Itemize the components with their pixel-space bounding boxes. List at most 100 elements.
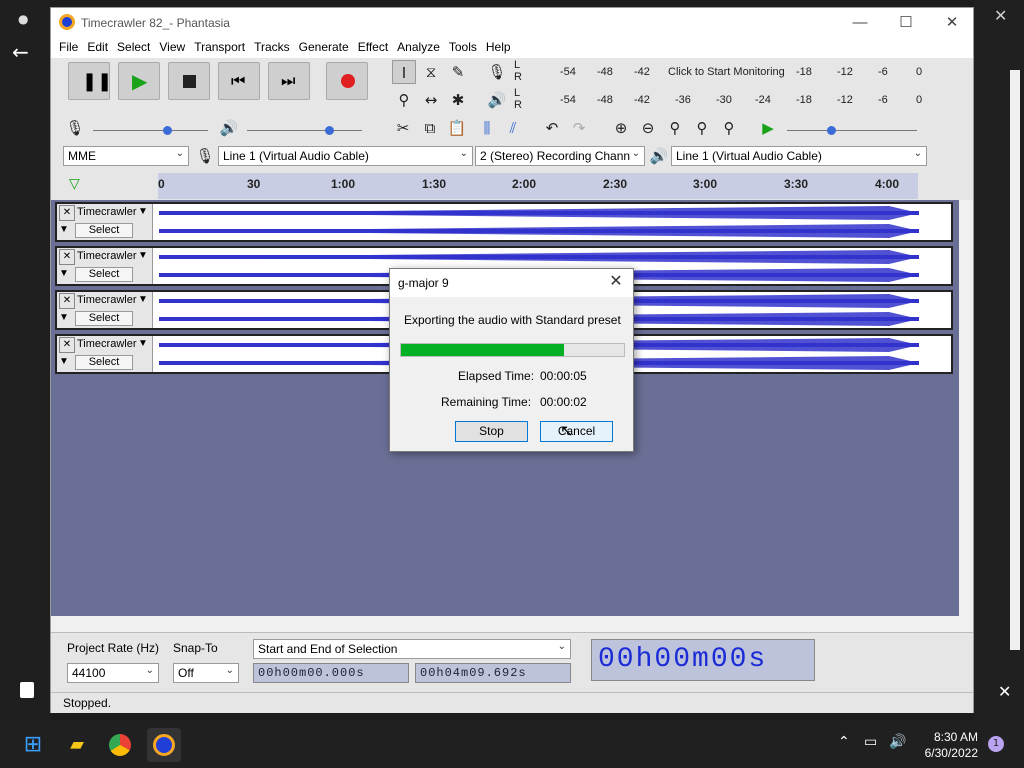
clock[interactable]: 8:30 AM 6/30/2022	[920, 729, 978, 761]
timeshift-tool-icon[interactable]: ↔	[419, 88, 443, 112]
meter-hint[interactable]: Click to Start Monitoring	[668, 66, 785, 78]
close-icon[interactable]: ✕	[994, 6, 1007, 25]
minimize-icon[interactable]: —	[837, 8, 883, 38]
fit-selection-icon[interactable]: ⚲	[663, 116, 687, 140]
scrollbar[interactable]	[1010, 70, 1020, 650]
close-icon[interactable]: ✕	[998, 682, 1011, 701]
recording-volume-slider[interactable]	[93, 130, 208, 131]
silence-icon[interactable]: ⫽	[501, 116, 525, 140]
play-meter[interactable]: -54 -48 -42 -36 -30 -24 -18 -12 -6 0	[523, 88, 923, 112]
selection-tool-icon[interactable]: I	[392, 60, 416, 84]
track-select-button[interactable]: Select	[75, 223, 133, 238]
stop-button[interactable]	[168, 62, 210, 100]
horizontal-scrollbar[interactable]	[51, 616, 973, 632]
volume-icon[interactable]: 🔊	[889, 734, 906, 750]
menu-transport[interactable]: Transport	[194, 38, 245, 54]
menu-tracks[interactable]: Tracks	[254, 38, 290, 54]
chevron-down-icon[interactable]: ▼	[138, 250, 148, 261]
menu-generate[interactable]: Generate	[299, 38, 349, 54]
play-at-speed-icon[interactable]: ▶	[756, 116, 780, 140]
menu-edit[interactable]: Edit	[87, 38, 108, 54]
draw-tool-icon[interactable]: ✎	[446, 60, 470, 84]
multi-tool-icon[interactable]: ✱	[446, 88, 470, 112]
project-rate-select[interactable]: 44100 ⌄	[67, 663, 159, 683]
cancel-button[interactable]: Cancel	[540, 421, 613, 442]
track-name-menu[interactable]: Timecrawler	[77, 338, 137, 350]
chevron-down-icon[interactable]: ▼	[138, 338, 148, 349]
waveform-left[interactable]	[159, 249, 919, 265]
audio-track[interactable]: ✕ Timecrawler ▼ ▼ Select	[55, 202, 953, 242]
waveform-left[interactable]	[159, 205, 919, 221]
recording-device-select[interactable]: Line 1 (Virtual Audio Cable) ⌄	[218, 146, 473, 166]
chevron-up-icon[interactable]: ⌃	[838, 734, 850, 750]
audio-position-display[interactable]: 00h00m00s	[591, 639, 815, 681]
copy-icon[interactable]: ⧉	[418, 116, 442, 140]
menu-help[interactable]: Help	[486, 38, 511, 54]
pause-button[interactable]: ❚❚	[68, 62, 112, 100]
cut-icon[interactable]: ✂	[391, 116, 415, 140]
record-button[interactable]	[326, 62, 368, 100]
record-meter-icon[interactable]: 🎙	[485, 60, 509, 84]
menu-select[interactable]: Select	[117, 38, 150, 54]
menu-tools[interactable]: Tools	[449, 38, 477, 54]
zoom-out-icon[interactable]: ⊖	[636, 116, 660, 140]
play-head-icon[interactable]: ▽	[69, 176, 80, 192]
back-arrow-icon[interactable]: ←	[12, 40, 29, 64]
menu-view[interactable]: View	[159, 38, 185, 54]
slider-thumb[interactable]	[325, 126, 334, 135]
trim-icon[interactable]: ⫼	[475, 116, 499, 140]
fit-project-icon[interactable]: ⚲	[690, 116, 714, 140]
close-icon[interactable]: ✕	[929, 8, 975, 38]
menu-analyze[interactable]: Analyze	[397, 38, 440, 54]
zoom-tool-icon[interactable]: ⚲	[392, 88, 416, 112]
waveform-right[interactable]	[159, 223, 919, 239]
collapse-track-icon[interactable]: ▼	[59, 268, 69, 279]
play-meter-icon[interactable]: 🔊	[485, 88, 509, 112]
audio-editor-icon[interactable]	[147, 728, 181, 762]
slider-thumb[interactable]	[827, 126, 836, 135]
track-name-menu[interactable]: Timecrawler	[77, 206, 137, 218]
play-speed-slider[interactable]	[787, 130, 917, 131]
collapse-track-icon[interactable]: ▼	[59, 312, 69, 323]
close-track-icon[interactable]: ✕	[59, 293, 75, 309]
close-track-icon[interactable]: ✕	[59, 205, 75, 221]
play-button[interactable]: ▶	[118, 62, 160, 100]
stop-button[interactable]: Stop	[455, 421, 528, 442]
chevron-down-icon[interactable]: ▼	[138, 206, 148, 217]
skip-to-start-button[interactable]: ⏮	[218, 62, 260, 100]
collapse-track-icon[interactable]: ▼	[59, 356, 69, 367]
selection-start-time[interactable]: 00h00m00.000s	[253, 663, 409, 683]
track-select-button[interactable]: Select	[75, 267, 133, 282]
track-select-button[interactable]: Select	[75, 355, 133, 370]
chrome-icon[interactable]	[103, 728, 137, 762]
track-name-menu[interactable]: Timecrawler	[77, 294, 137, 306]
notification-badge[interactable]: 1	[988, 736, 1004, 752]
windows-start-icon[interactable]: ⊞	[16, 728, 50, 762]
envelope-tool-icon[interactable]: ⧖	[419, 60, 443, 84]
track-name-menu[interactable]: Timecrawler	[77, 250, 137, 262]
zoom-toggle-icon[interactable]: ⚲	[717, 116, 741, 140]
playback-device-select[interactable]: Line 1 (Virtual Audio Cable) ⌄	[671, 146, 927, 166]
record-meter[interactable]: -54 -48 -42 Click to Start Monitoring -1…	[523, 60, 923, 84]
collapse-track-icon[interactable]: ▼	[59, 224, 69, 235]
menu-file[interactable]: File	[59, 38, 78, 54]
file-explorer-icon[interactable]: ▰	[60, 728, 94, 762]
playback-volume-slider[interactable]	[247, 130, 362, 131]
skip-to-end-button[interactable]: ⏭	[268, 62, 310, 100]
redo-icon[interactable]: ↷	[567, 116, 591, 140]
network-icon[interactable]: ▭	[864, 734, 877, 750]
selection-end-time[interactable]: 00h04m09.692s	[415, 663, 571, 683]
slider-thumb[interactable]	[163, 126, 172, 135]
channels-select[interactable]: 2 (Stereo) Recording Chann ⌄	[475, 146, 645, 166]
track-select-button[interactable]: Select	[75, 311, 133, 326]
undo-icon[interactable]: ↶	[540, 116, 564, 140]
maximize-icon[interactable]: ☐	[883, 8, 929, 38]
paste-icon[interactable]: 📋	[445, 116, 469, 140]
audio-host-select[interactable]: MME ⌄	[63, 146, 189, 166]
zoom-in-icon[interactable]: ⊕	[609, 116, 633, 140]
snap-to-select[interactable]: Off ⌄	[173, 663, 239, 683]
close-icon[interactable]: ✕	[605, 271, 627, 293]
close-track-icon[interactable]: ✕	[59, 337, 75, 353]
chevron-down-icon[interactable]: ▼	[138, 294, 148, 305]
close-track-icon[interactable]: ✕	[59, 249, 75, 265]
